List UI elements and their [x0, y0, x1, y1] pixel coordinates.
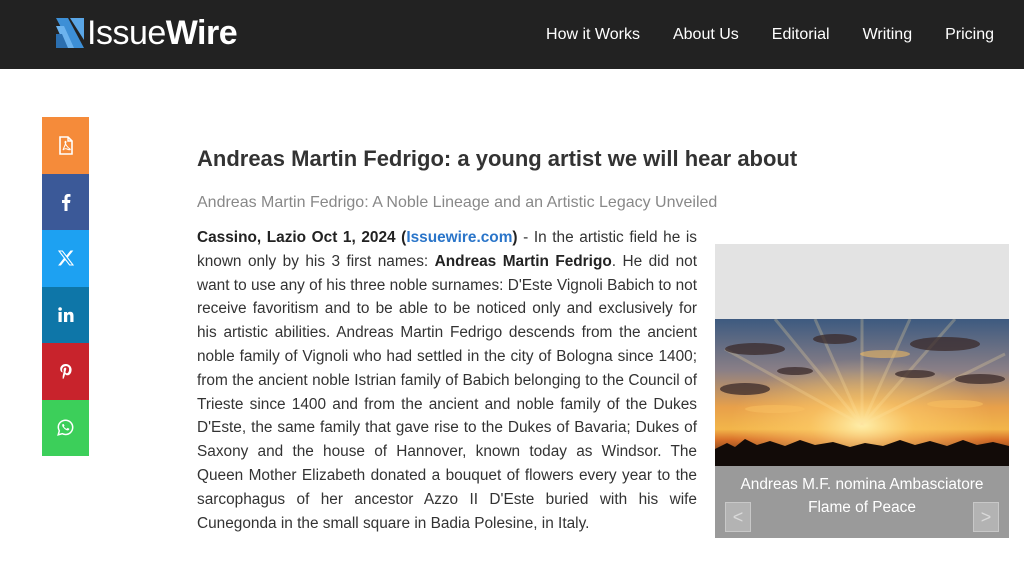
linkedin-icon: [57, 307, 73, 323]
dateline-text: Cassino, Lazio Oct 1, 2024 (: [197, 229, 407, 246]
share-sidebar: [42, 117, 89, 456]
nav-how-it-works[interactable]: How it Works: [546, 26, 640, 44]
issuewire-logo[interactable]: IssueWire: [54, 13, 238, 53]
whatsapp-icon: [57, 419, 74, 437]
dateline: Cassino, Lazio Oct 1, 2024 (Issuewire.co…: [197, 229, 518, 246]
issuewire-source-link[interactable]: Issuewire.com: [406, 229, 512, 246]
nav-pricing[interactable]: Pricing: [945, 26, 994, 44]
top-navbar: IssueWire How it Works About Us Editoria…: [0, 0, 1024, 69]
share-pinterest-button[interactable]: [42, 343, 89, 400]
share-x-button[interactable]: [42, 230, 89, 287]
facebook-icon: [61, 193, 70, 211]
slider-next-button[interactable]: >: [973, 502, 999, 532]
caption-line-2: Flame of Peace: [808, 499, 916, 516]
slide-caption: Andreas M.F. nomina Ambasciatore Flame o…: [715, 473, 1009, 519]
article-body: Cassino, Lazio Oct 1, 2024 (Issuewire.co…: [197, 226, 697, 535]
share-facebook-button[interactable]: [42, 173, 89, 230]
slider-prev-button[interactable]: <: [725, 502, 751, 532]
artist-name: Andreas Martin Fedrigo: [434, 252, 612, 270]
article-subtitle: Andreas Martin Fedrigo: A Noble Lineage …: [197, 194, 718, 211]
chevron-right-icon: >: [980, 506, 992, 527]
share-whatsapp-button[interactable]: [42, 399, 89, 456]
image-slider: Andreas M.F. nomina Ambasciatore Flame o…: [715, 244, 1009, 538]
nav-about-us[interactable]: About Us: [673, 26, 739, 44]
sunset-photo[interactable]: [715, 319, 1009, 466]
main-nav: How it Works About Us Editorial Writing …: [513, 0, 994, 69]
body-text: . He did not want to use any of his thre…: [197, 252, 697, 532]
chevron-left-icon: <: [732, 506, 744, 527]
pdf-icon: [58, 135, 73, 155]
logo-text-bold: Wire: [165, 14, 238, 52]
logo-text-plain: Issue: [87, 14, 166, 52]
nav-writing[interactable]: Writing: [863, 26, 913, 44]
share-linkedin-button[interactable]: [42, 286, 89, 343]
article-title: Andreas Martin Fedrigo: a young artist w…: [197, 146, 798, 171]
logo-mark-icon: [56, 18, 84, 48]
caption-line-1: Andreas M.F. nomina Ambasciatore: [740, 476, 984, 493]
x-icon: [57, 250, 74, 266]
share-pdf-button[interactable]: [42, 117, 89, 174]
nav-editorial[interactable]: Editorial: [772, 26, 830, 44]
pinterest-icon: [60, 363, 72, 379]
